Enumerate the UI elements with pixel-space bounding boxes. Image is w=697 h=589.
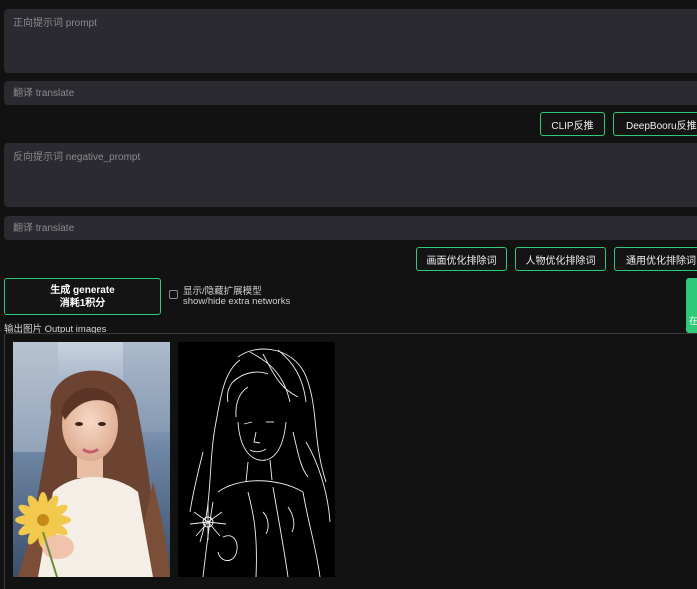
generate-label: 生成 generate xyxy=(50,284,115,296)
output-image-edge-map[interactable] xyxy=(178,342,335,577)
character-negative-preset-button[interactable]: 人物优化排除词 xyxy=(515,247,606,271)
extra-networks-label: 显示/隐藏扩展模型 show/hide extra networks xyxy=(183,287,290,307)
generate-cost-label: 消耗1积分 xyxy=(59,297,106,309)
extra-networks-label-en: show/hide extra networks xyxy=(183,296,291,307)
scene-negative-preset-button[interactable]: 画面优化排除词 xyxy=(416,247,507,271)
output-gallery xyxy=(4,333,697,589)
negative-prompt-input[interactable] xyxy=(4,143,697,207)
general-negative-preset-button[interactable]: 通用优化排除词 xyxy=(614,247,697,271)
side-panel-tab[interactable]: 在 xyxy=(686,278,697,333)
clip-interrogate-button[interactable]: CLIP反推 xyxy=(540,112,605,136)
output-image-photo[interactable] xyxy=(13,342,170,577)
portrait-photo-icon xyxy=(13,342,170,577)
prompt-translate-input[interactable] xyxy=(4,81,697,105)
generate-button[interactable]: 生成 generate 消耗1积分 xyxy=(4,278,161,315)
extra-networks-toggle[interactable]: 显示/隐藏扩展模型 show/hide extra networks xyxy=(169,287,290,307)
edge-map-icon xyxy=(189,348,331,577)
extra-networks-checkbox[interactable] xyxy=(169,290,178,299)
prompt-input[interactable] xyxy=(4,9,697,73)
negative-prompt-translate-input[interactable] xyxy=(4,216,697,240)
deepbooru-interrogate-button[interactable]: DeepBooru反推 xyxy=(613,112,697,136)
